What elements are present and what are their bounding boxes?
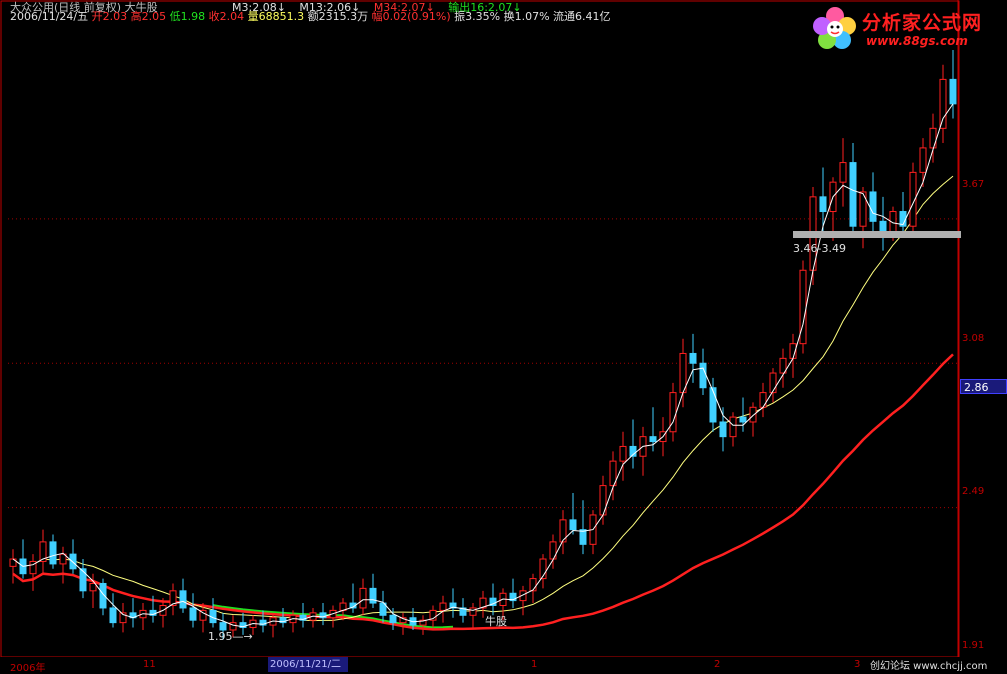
candle-body xyxy=(649,436,657,443)
candle-body xyxy=(569,519,577,531)
close-label: 收 xyxy=(208,10,220,23)
amplitude-value: 振3.35% xyxy=(454,10,501,23)
low-label: 低 xyxy=(169,10,181,23)
current-price-marker: 2.86 xyxy=(960,379,1007,394)
candle-body xyxy=(469,607,477,616)
amount-value: 2315.3万 xyxy=(318,10,369,23)
ma3-path xyxy=(12,103,954,628)
candle-body xyxy=(929,127,937,149)
turnover-value: 换1.07% xyxy=(503,10,550,23)
candle-body xyxy=(749,406,757,423)
footer-watermark: 创幻论坛 www.chcjj.com xyxy=(868,657,990,672)
candle-body xyxy=(79,568,87,592)
bull-stock-label: 牛股 xyxy=(485,615,507,628)
y-label-191: 1.91 xyxy=(962,640,985,651)
x-label-3: 3 xyxy=(854,659,861,670)
candle-body xyxy=(359,587,367,609)
ma34-path xyxy=(12,353,954,631)
chart-extras xyxy=(793,231,961,238)
flower-logo-icon xyxy=(813,7,856,49)
candle-body xyxy=(729,416,737,438)
candle-body xyxy=(579,529,587,545)
candle-body xyxy=(759,392,767,408)
kline-chart[interactable] xyxy=(0,0,1007,674)
candle-body xyxy=(179,590,187,609)
logo-title: 分析家公式网 xyxy=(862,12,983,34)
y-label-367: 3.67 xyxy=(962,179,985,190)
candle-body xyxy=(369,587,377,604)
candle-group xyxy=(9,50,957,640)
x-label-2: 2 xyxy=(714,659,721,670)
resistance-bar xyxy=(793,231,961,238)
chart-frame xyxy=(0,0,960,658)
candle-body xyxy=(819,196,827,213)
candle-body xyxy=(919,147,927,173)
low-value: 1.98 xyxy=(180,10,206,23)
ma3-line xyxy=(12,103,954,628)
range-annotation: 3.46-3.49 xyxy=(793,242,846,255)
open-value: 2.03 xyxy=(102,10,128,23)
change-value: 0.02(0.91%) xyxy=(382,10,451,23)
y-label-308: 3.08 xyxy=(962,333,985,344)
y-label-249: 2.49 xyxy=(962,486,985,497)
candle-body xyxy=(689,352,697,364)
close-value: 2.04 xyxy=(219,10,245,23)
quote-row: 2006/11/24/五 开2.03 高2.05 低1.98 收2.04 量68… xyxy=(10,10,611,23)
candle-body xyxy=(719,421,727,438)
site-logo[interactable]: 分析家公式网 www.88gs.com xyxy=(810,4,1005,52)
x-label-2006: 2006年 xyxy=(10,663,46,674)
candle-body xyxy=(529,578,537,592)
chart-grid xyxy=(0,0,960,658)
change-label: 幅 xyxy=(371,10,383,23)
open-label: 开 xyxy=(91,10,103,23)
candle-body xyxy=(839,162,847,183)
candle-body xyxy=(849,162,857,227)
high-value: 2.05 xyxy=(141,10,167,23)
volume-value: 68851.3 xyxy=(258,10,305,23)
candle-body xyxy=(869,191,877,222)
candle-body xyxy=(939,78,947,129)
candle-body xyxy=(619,445,627,462)
low-price-annotation: 1.95—→ xyxy=(208,630,253,643)
candle-body xyxy=(109,607,117,624)
candle-body xyxy=(739,416,747,423)
volume-label: 量 xyxy=(247,10,259,23)
float-value: 流通6.41亿 xyxy=(553,10,611,23)
candle-body xyxy=(949,78,957,105)
candle-body xyxy=(699,362,707,389)
logo-url: www.88gs.com xyxy=(866,34,968,48)
high-label: 高 xyxy=(130,10,142,23)
x-label-11: 11 xyxy=(143,659,156,670)
ma34-line xyxy=(12,353,954,631)
quote-date: 2006/11/24/五 xyxy=(10,10,89,23)
candle-body xyxy=(709,387,717,423)
candle-body xyxy=(69,553,77,570)
candle-body xyxy=(89,582,97,592)
candle-body xyxy=(189,607,197,621)
candle-body xyxy=(219,622,227,631)
candle-body xyxy=(769,372,777,394)
x-label-1: 1 xyxy=(531,659,538,670)
candle-body xyxy=(49,541,57,565)
chart-window[interactable]: 大众公用(日线 前复权) 大牛股 M3:2.08↓ M13:2.06↓ M34:… xyxy=(0,0,1007,674)
candle-body xyxy=(389,614,397,624)
x-selected-date[interactable]: 2006/11/21/二 xyxy=(268,657,348,672)
candle-body xyxy=(439,602,447,611)
amount-label: 额 xyxy=(307,10,319,23)
